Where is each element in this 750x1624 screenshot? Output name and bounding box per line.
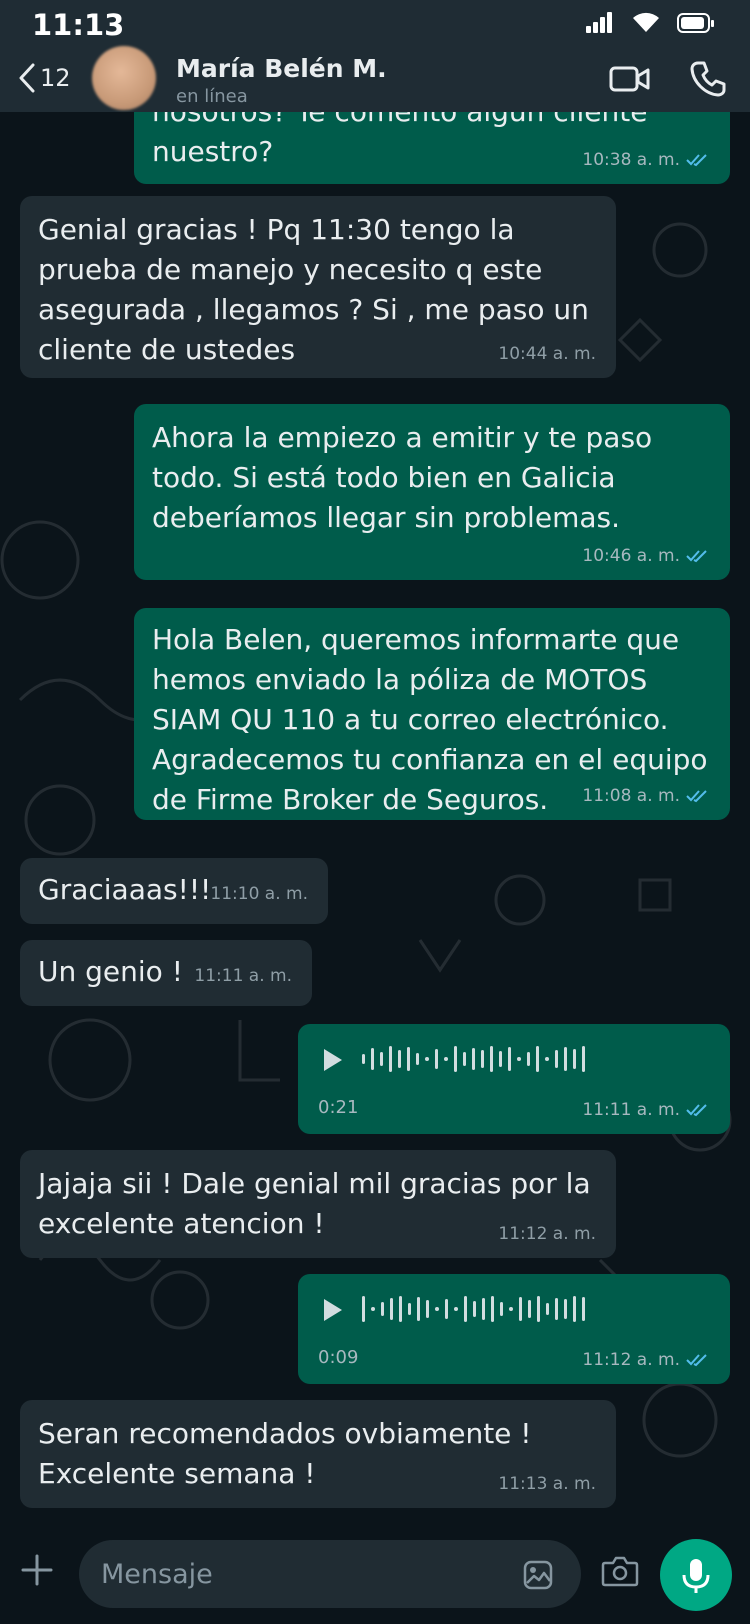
back-button[interactable]: 12	[18, 60, 71, 96]
message-time: 11:12 a. m.	[582, 1350, 680, 1370]
message-outgoing[interactable]: Ahora la empiezo a emitir y te paso todo…	[134, 404, 730, 580]
voice-duration: 0:09	[318, 1347, 359, 1368]
voice-message[interactable]: 0:09 11:12 a. m.	[298, 1274, 730, 1384]
status-time: 11:13	[32, 8, 125, 42]
message-incoming[interactable]: Un genio ! 11:11 a. m.	[20, 940, 312, 1006]
message-incoming[interactable]: Genial gracias ! Pq 11:30 tengo la prueb…	[20, 196, 616, 378]
wifi-icon	[633, 12, 659, 32]
mic-button[interactable]	[660, 1539, 732, 1611]
message-time: 11:11 a. m.	[582, 1100, 680, 1120]
message-incoming[interactable]: Jajaja sii ! Dale genial mil gracias por…	[20, 1150, 616, 1258]
message-time: 10:46 a. m.	[582, 546, 680, 566]
phone-icon[interactable]	[689, 60, 727, 98]
status-bar: 11:13	[0, 0, 750, 46]
message-time: 11:13 a. m.	[498, 1474, 596, 1494]
plus-icon[interactable]	[20, 1553, 54, 1587]
waveform[interactable]	[362, 1042, 585, 1076]
double-check-icon	[686, 1104, 707, 1117]
message-time: 10:38 a. m.	[582, 150, 680, 170]
message-list[interactable]: nosotros? Te comento algún cliente nuest…	[0, 112, 750, 1512]
contact-status: en línea	[176, 86, 248, 107]
message-time: 11:12 a. m.	[498, 1224, 596, 1244]
back-chevron-icon	[19, 63, 35, 93]
message-text: Ahora la empiezo a emitir y te paso todo…	[152, 421, 653, 534]
message-time: 11:10 a. m.	[210, 884, 308, 904]
play-icon[interactable]	[320, 1046, 346, 1074]
play-icon[interactable]	[320, 1296, 346, 1324]
message-outgoing[interactable]: Hola Belen, queremos informarte que hemo…	[134, 608, 730, 820]
message-placeholder: Mensaje	[101, 1559, 213, 1590]
double-check-icon	[686, 790, 707, 803]
message-time: 11:08 a. m.	[582, 786, 680, 806]
video-call-icon[interactable]	[609, 64, 651, 94]
waveform[interactable]	[362, 1292, 585, 1326]
double-check-icon	[686, 154, 707, 167]
voice-message[interactable]: 0:21 11:11 a. m.	[298, 1024, 730, 1134]
message-input-bar: Mensaje	[0, 1525, 750, 1624]
message-input[interactable]: Mensaje	[79, 1540, 581, 1608]
cell-signal-icon	[586, 12, 612, 33]
contact-name[interactable]: María Belén M.	[176, 54, 387, 83]
voice-duration: 0:21	[318, 1097, 359, 1118]
message-time: 10:44 a. m.	[498, 344, 596, 364]
message-outgoing[interactable]: nosotros? Te comento algún cliente nuest…	[134, 112, 730, 184]
mic-icon	[682, 1559, 710, 1593]
battery-icon	[677, 13, 714, 33]
camera-icon[interactable]	[601, 1555, 639, 1587]
unread-count: 12	[40, 64, 71, 92]
message-incoming[interactable]: Seran recomendados ovbiamente ! Excelent…	[20, 1400, 616, 1508]
double-check-icon	[686, 550, 707, 563]
double-check-icon	[686, 1354, 707, 1367]
sticker-icon[interactable]	[522, 1559, 554, 1591]
message-time: 11:11 a. m.	[194, 966, 292, 986]
message-incoming[interactable]: Graciaaas!!! 11:10 a. m.	[20, 858, 328, 924]
chat-header: 12 María Belén M. en línea	[0, 46, 750, 112]
avatar[interactable]	[92, 46, 156, 110]
